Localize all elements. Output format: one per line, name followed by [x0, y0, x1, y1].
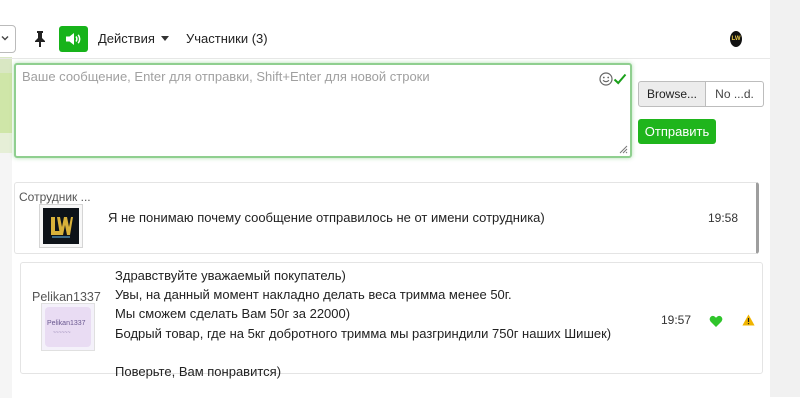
message-line: Бодрый товар, где на 5кг добротного трим…	[115, 325, 612, 341]
message-input[interactable]	[22, 69, 592, 149]
message-time: 19:58	[708, 211, 739, 225]
message-author[interactable]: Pelikan1337	[32, 290, 101, 304]
browse-button[interactable]: Browse...	[638, 81, 706, 107]
message-time: 19:57	[661, 313, 692, 327]
message-item: Сотрудник ... Я не понимаю почему сообще…	[14, 182, 759, 254]
avatar[interactable]	[39, 204, 83, 248]
caret-down-icon	[160, 36, 169, 41]
speaker-icon	[65, 33, 80, 45]
message-composer	[14, 63, 632, 158]
send-button[interactable]: Отправить	[638, 119, 716, 144]
message-line: Поверьте, Вам понравится)	[115, 364, 282, 379]
message-item: Pelikan1337 Pelikan1337 ~~~~~~ Здравству…	[20, 262, 763, 379]
file-picker: Browse... No ...d.	[638, 81, 764, 107]
message-line: Мы сможем сделать Вам 50г за 22000)	[115, 306, 351, 322]
checkmark-icon[interactable]	[613, 72, 627, 86]
message-author[interactable]: Сотрудник ...	[19, 190, 91, 204]
shop-logo-icon[interactable]: LW	[730, 31, 742, 47]
actions-label: Действия	[98, 31, 155, 46]
pin-icon[interactable]	[33, 30, 47, 48]
sound-toggle-button[interactable]	[59, 26, 88, 52]
message-text: Здравствуйте уважаемый покупатель) Увы, …	[115, 266, 611, 381]
avatar[interactable]: Pelikan1337 ~~~~~~	[41, 303, 95, 351]
emoji-icon[interactable]	[599, 72, 613, 86]
chevron-down-icon	[1, 36, 9, 41]
left-panel-edge	[0, 57, 12, 398]
resize-handle-icon[interactable]	[618, 144, 628, 154]
participants-button[interactable]: Участники (3)	[186, 31, 268, 46]
actions-menu[interactable]: Действия	[98, 31, 169, 46]
toolbar-divider	[0, 58, 770, 59]
message-line	[115, 343, 611, 362]
avatar-label: Pelikan1337	[47, 320, 86, 327]
message-text: Я не понимаю почему сообщение отправилос…	[108, 210, 545, 225]
logo-icon	[51, 217, 73, 238]
heart-icon[interactable]	[709, 315, 723, 328]
message-line: Увы, на данный момент накладно делать ве…	[115, 287, 512, 303]
select-dropdown[interactable]	[0, 25, 16, 53]
right-panel	[770, 0, 800, 397]
avatar-sublabel-decor: ~~~~~~	[53, 330, 71, 336]
message-line: Здравствуйте уважаемый покупатель)	[115, 268, 346, 283]
warning-icon[interactable]	[742, 314, 755, 326]
file-name-display: No ...d.	[706, 81, 764, 107]
